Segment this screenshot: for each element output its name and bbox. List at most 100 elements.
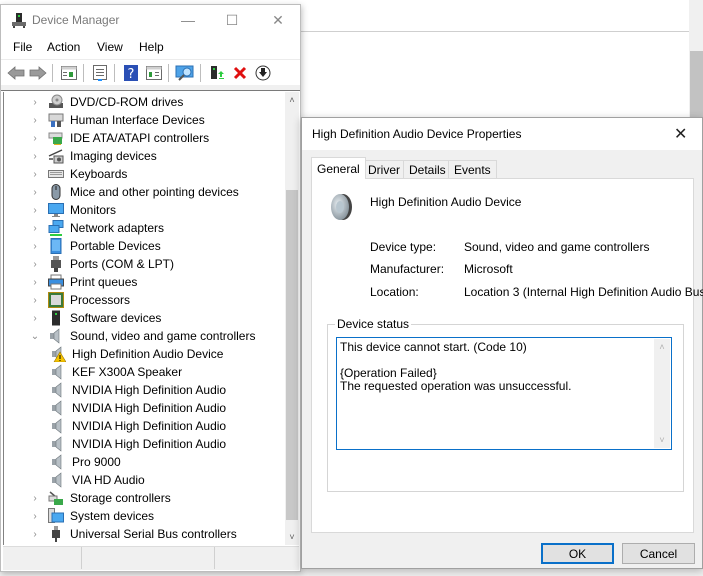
chevron-right-icon[interactable]: › bbox=[30, 133, 40, 144]
chevron-right-icon[interactable]: › bbox=[30, 511, 40, 522]
menu-action[interactable]: Action bbox=[47, 40, 80, 54]
menu-bar: File Action View Help bbox=[1, 36, 300, 58]
speaker-icon bbox=[50, 436, 66, 452]
uninstall-device-icon[interactable] bbox=[230, 64, 250, 82]
menu-help[interactable]: Help bbox=[139, 40, 164, 54]
tree-category[interactable]: › Print queues bbox=[30, 273, 137, 291]
dialog-close-button[interactable]: ✕ bbox=[674, 124, 687, 144]
device-tree[interactable]: › DVD/CD-ROM drives › Human Interface Devic… bbox=[3, 92, 285, 545]
tree-category[interactable]: › IDE ATA/ATAPI controllers bbox=[30, 129, 209, 147]
location-label: Location: bbox=[370, 285, 419, 299]
tree-category[interactable]: › Keyboards bbox=[30, 165, 127, 183]
chevron-right-icon[interactable]: › bbox=[30, 169, 40, 180]
speaker-icon bbox=[50, 400, 66, 416]
chevron-right-icon[interactable]: › bbox=[30, 241, 40, 252]
tree-category[interactable]: › DVD/CD-ROM drives bbox=[30, 93, 183, 111]
tree-device[interactable]: NVIDIA High Definition Audio bbox=[50, 435, 226, 453]
manufacturer-value: Microsoft bbox=[464, 262, 513, 276]
forward-icon[interactable] bbox=[28, 64, 48, 82]
toolbar-divider bbox=[1, 85, 300, 91]
help-icon[interactable]: ? bbox=[121, 64, 141, 82]
chevron-right-icon[interactable]: › bbox=[30, 223, 40, 234]
tree-category[interactable]: › Network adapters bbox=[30, 219, 164, 237]
tree-device[interactable]: High Definition Audio Device bbox=[50, 345, 223, 363]
scroll-down-arrow[interactable]: ˅ bbox=[654, 435, 670, 445]
processor-icon bbox=[48, 292, 64, 308]
storage-controller-icon bbox=[48, 490, 64, 506]
tab-general[interactable]: General bbox=[311, 157, 366, 179]
scroll-down-arrow[interactable]: ˅ bbox=[285, 529, 299, 545]
tree-category[interactable]: › Storage controllers bbox=[30, 489, 171, 507]
chevron-right-icon[interactable]: › bbox=[30, 187, 40, 198]
back-icon[interactable] bbox=[6, 64, 26, 82]
chevron-right-icon[interactable]: › bbox=[30, 97, 40, 108]
scroll-up-arrow[interactable]: ˄ bbox=[654, 342, 670, 352]
status-scrollbar[interactable]: ˄ ˅ bbox=[654, 339, 670, 448]
tree-category[interactable]: ›WD Drive Management devices bbox=[30, 543, 239, 545]
chevron-right-icon[interactable]: › bbox=[30, 277, 40, 288]
printer-icon bbox=[48, 274, 64, 290]
show-hide-console-tree-icon[interactable] bbox=[59, 64, 79, 82]
tree-item-label: Print queues bbox=[70, 275, 138, 289]
tree-category[interactable]: › Human Interface Devices bbox=[30, 111, 205, 129]
tree-item-label: High Definition Audio Device bbox=[72, 347, 224, 361]
chevron-right-icon[interactable]: › bbox=[30, 529, 40, 540]
cancel-button[interactable]: Cancel bbox=[622, 543, 695, 564]
tree-device[interactable]: NVIDIA High Definition Audio bbox=[50, 381, 226, 399]
chevron-right-icon[interactable]: › bbox=[30, 259, 40, 270]
properties-icon[interactable] bbox=[90, 64, 110, 82]
tree-device[interactable]: Pro 9000 bbox=[50, 453, 121, 471]
ok-button[interactable]: OK bbox=[541, 543, 614, 564]
keyboard-icon bbox=[48, 166, 64, 182]
tree-device[interactable]: KEF X300A Speaker bbox=[50, 363, 182, 381]
tree-category[interactable]: › Universal Serial Bus controllers bbox=[30, 525, 237, 543]
close-button[interactable]: ✕ bbox=[255, 5, 301, 35]
tree-item-label: NVIDIA High Definition Audio bbox=[72, 437, 227, 451]
tree-item-label: DVD/CD-ROM drives bbox=[70, 95, 184, 109]
chevron-right-icon[interactable]: › bbox=[30, 115, 40, 126]
tree-item-label: Mice and other pointing devices bbox=[70, 185, 239, 199]
usb-icon bbox=[48, 526, 64, 542]
title-bar[interactable]: Device Manager — ☐ ✕ bbox=[1, 5, 300, 35]
dialog-title-bar[interactable]: High Definition Audio Device Properties … bbox=[302, 118, 702, 150]
software-device-icon bbox=[48, 310, 64, 326]
scroll-thumb[interactable] bbox=[286, 190, 298, 520]
scroll-up-arrow[interactable]: ˄ bbox=[285, 92, 299, 108]
tree-category[interactable]: › Monitors bbox=[30, 201, 116, 219]
tab-events[interactable]: Events bbox=[448, 160, 497, 178]
chevron-right-icon[interactable]: › bbox=[30, 151, 40, 162]
tree-category[interactable]: › Ports (COM & LPT) bbox=[30, 255, 174, 273]
chevron-down-icon[interactable]: ⌄ bbox=[30, 331, 40, 342]
tree-category[interactable]: › Mice and other pointing devices bbox=[30, 183, 239, 201]
menu-view[interactable]: View bbox=[97, 40, 123, 54]
maximize-button[interactable]: ☐ bbox=[209, 5, 255, 35]
tree-scrollbar[interactable]: ˄ ˅ bbox=[285, 92, 299, 545]
tree-device[interactable]: VIA HD Audio bbox=[50, 471, 145, 489]
mouse-icon bbox=[48, 184, 64, 200]
tree-device[interactable]: NVIDIA High Definition Audio bbox=[50, 399, 226, 417]
scan-hardware-changes-icon[interactable] bbox=[175, 64, 195, 82]
device-type-label: Device type: bbox=[370, 240, 437, 254]
menu-file[interactable]: File bbox=[13, 40, 32, 54]
disable-device-icon[interactable] bbox=[253, 64, 273, 82]
tab-details[interactable]: Details bbox=[403, 160, 452, 178]
tree-category[interactable]: › Software devices bbox=[30, 309, 161, 327]
minimize-button[interactable]: — bbox=[165, 5, 211, 35]
tab-driver[interactable]: Driver bbox=[362, 160, 406, 178]
tree-category[interactable]: › System devices bbox=[30, 507, 154, 525]
chevron-right-icon[interactable]: › bbox=[30, 205, 40, 216]
toolbar: ? bbox=[1, 59, 300, 86]
tree-category[interactable]: › Imaging devices bbox=[30, 147, 157, 165]
update-driver-icon[interactable] bbox=[207, 64, 227, 82]
tree-device[interactable]: NVIDIA High Definition Audio bbox=[50, 417, 226, 435]
tree-category[interactable]: ⌄ Sound, video and game controllers bbox=[30, 327, 255, 345]
chevron-right-icon[interactable]: › bbox=[30, 313, 40, 324]
chevron-right-icon[interactable]: › bbox=[30, 493, 40, 504]
tree-category[interactable]: › Portable Devices bbox=[30, 237, 161, 255]
status-bar-cell bbox=[82, 547, 215, 569]
tree-item-label: KEF X300A Speaker bbox=[72, 365, 183, 379]
show-action-pane-icon[interactable] bbox=[144, 64, 164, 82]
tree-category[interactable]: › Processors bbox=[30, 291, 130, 309]
device-status-textbox[interactable]: This device cannot start. (Code 10) {Ope… bbox=[336, 337, 672, 450]
chevron-right-icon[interactable]: › bbox=[30, 295, 40, 306]
